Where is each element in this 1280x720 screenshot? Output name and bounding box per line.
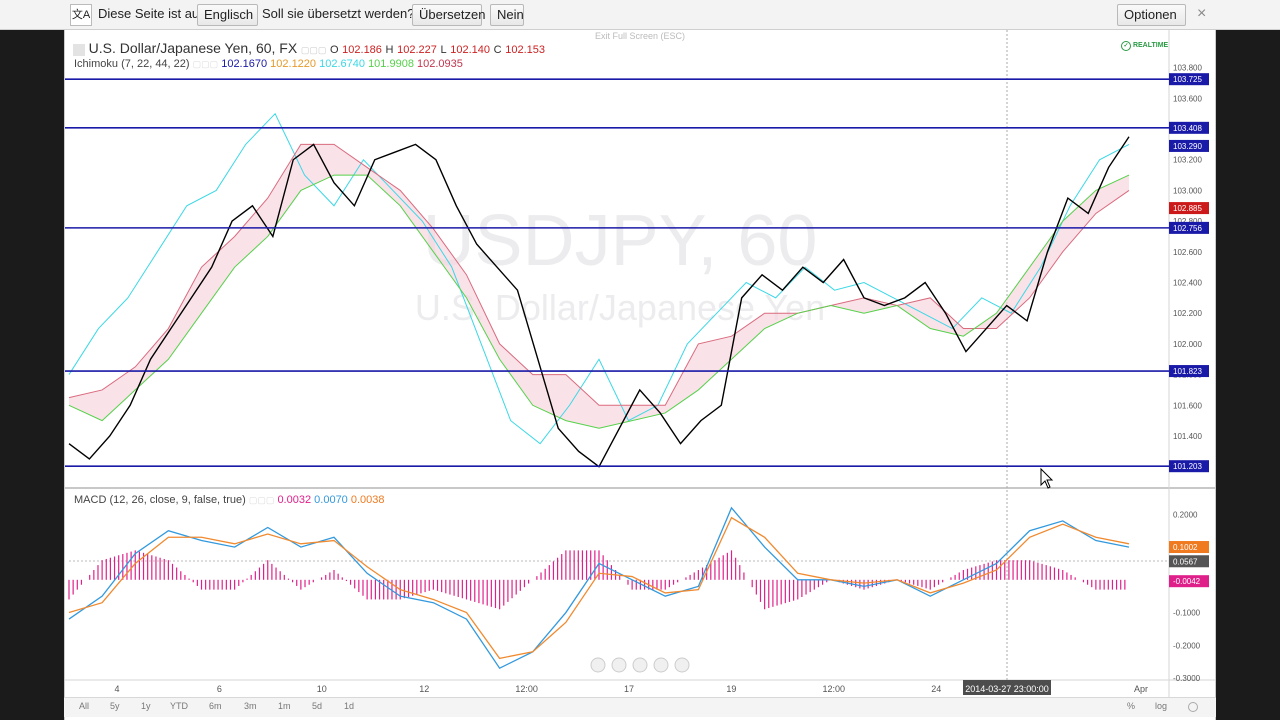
macd-label[interactable]: MACD (12, 26, close, 9, false, true) <box>74 494 246 506</box>
price-axis-tick: 103.800 <box>1173 64 1202 73</box>
time-axis-tick: 19 <box>726 684 736 694</box>
high-value: 102.227 <box>397 44 437 56</box>
macd-value: 0.0032 <box>277 494 312 506</box>
zoom-out-icon[interactable] <box>611 657 627 673</box>
language-select[interactable]: Englisch ▼ <box>197 4 258 41</box>
range-5d[interactable]: 5d <box>312 701 322 711</box>
price-axis-tick: 102.200 <box>1173 309 1202 318</box>
scroll-left-icon[interactable] <box>590 657 606 673</box>
close-icon[interactable]: × <box>1197 4 1206 26</box>
time-axis-tick: 12 <box>419 684 429 694</box>
translate-icon[interactable]: 文A <box>70 4 92 26</box>
main-chart-header: U.S. Dollar/Japanese Yen, 60, FX ▢▢▢ O 1… <box>73 40 545 56</box>
indicator-controls-icon[interactable]: ▢▢▢ <box>193 59 219 69</box>
macd-axis-tick: -0.1000 <box>1173 609 1201 618</box>
zoom-in-icon[interactable] <box>653 657 669 673</box>
right-dark-margin <box>1216 30 1280 720</box>
high-label: H <box>385 44 394 56</box>
chart-menu-icon[interactable] <box>73 43 85 56</box>
log-toggle[interactable]: log <box>1155 701 1167 711</box>
indicator-controls-icon[interactable]: ▢▢▢ <box>249 495 275 505</box>
chart-title: U.S. Dollar/Japanese Yen, 60, FX <box>88 40 298 56</box>
time-axis-tick: 24 <box>931 684 941 694</box>
time-axis-tick: 6 <box>217 684 222 694</box>
ichimoku-value: 102.1670 <box>221 58 268 70</box>
price-axis-tick: 103.200 <box>1173 156 1202 165</box>
chart-container[interactable]: USDJPY, 60 U.S. Dollar/Japanese Yen 103.… <box>64 30 1216 720</box>
macd-axis-tick: 0.2000 <box>1173 510 1198 519</box>
page-language-text: Diese Seite ist auf <box>98 6 203 21</box>
range-ytd[interactable]: YTD <box>170 701 188 711</box>
price-axis-tick: 101.400 <box>1173 432 1202 441</box>
time-axis-tick: Apr <box>1134 684 1148 694</box>
ichimoku-value: 102.6740 <box>319 58 365 70</box>
translate-question: Soll sie übersetzt werden? <box>262 6 415 21</box>
price-axis-tick: 103.600 <box>1173 94 1202 103</box>
range-1m[interactable]: 1m <box>278 701 291 711</box>
close-value: 102.153 <box>505 44 545 56</box>
price-label-value: 101.823 <box>1173 367 1202 376</box>
translate-button[interactable]: Übersetzen <box>412 4 485 26</box>
open-value: 102.186 <box>342 44 382 56</box>
scroll-right-icon[interactable] <box>674 657 690 673</box>
watermark-symbol: USDJPY, 60 <box>423 201 818 281</box>
open-label: O <box>329 44 339 56</box>
chart-canvas[interactable]: USDJPY, 60 U.S. Dollar/Japanese Yen 103.… <box>65 30 1215 720</box>
price-label-value: 101.203 <box>1173 462 1202 471</box>
price-axis-tick: 101.600 <box>1173 401 1202 410</box>
low-value: 102.140 <box>450 44 491 56</box>
reset-icon[interactable] <box>632 657 648 673</box>
left-dark-margin <box>0 30 64 720</box>
low-label: L <box>440 44 447 56</box>
ichimoku-value: 102.0935 <box>417 58 463 70</box>
price-axis-tick: 103.000 <box>1173 186 1202 195</box>
macd-value: 0.0038 <box>350 494 385 506</box>
range-6m[interactable]: 6m <box>209 701 222 711</box>
range-1d[interactable]: 1d <box>344 701 354 711</box>
percent-toggle[interactable]: % <box>1127 701 1135 711</box>
realtime-icon: ✓ <box>1121 41 1131 51</box>
price-label-value: 103.408 <box>1173 124 1202 133</box>
macd-axis-tick: -0.3000 <box>1173 674 1201 683</box>
price-label-value: 103.725 <box>1173 75 1202 84</box>
ichimoku-header: Ichimoku (7, 22, 44, 22) ▢▢▢ 102.1670 10… <box>74 58 463 70</box>
price-label-value: 102.885 <box>1173 204 1202 213</box>
no-button[interactable]: Nein <box>490 4 524 26</box>
price-axis-tick: 102.400 <box>1173 279 1202 288</box>
crosshair-time-label: 2014-03-27 23:00:00 <box>965 684 1049 694</box>
bottom-toolbar: All 5y 1y YTD 6m 3m 1m 5d 1d % log <box>64 697 1216 717</box>
macd-value: 0.0070 <box>314 494 348 506</box>
macd-label-value: 0.0567 <box>1173 557 1198 566</box>
range-5y[interactable]: 5y <box>110 701 120 711</box>
time-axis-tick: 12:00 <box>823 684 846 694</box>
macd-header: MACD (12, 26, close, 9, false, true) ▢▢▢… <box>74 494 385 506</box>
time-axis-tick: 17 <box>624 684 634 694</box>
exit-fullscreen-hint[interactable]: Exit Full Screen (ESC) <box>595 31 685 41</box>
language-select-value: Englisch <box>204 7 254 22</box>
range-3m[interactable]: 3m <box>244 701 257 711</box>
translate-bar: 文A Diese Seite ist auf Englisch ▼ Soll s… <box>0 0 1280 41</box>
auto-scale-icon[interactable] <box>1188 702 1198 712</box>
time-axis-tick: 12:00 <box>515 684 538 694</box>
chart-controls-icon[interactable]: ▢▢▢ <box>301 45 327 55</box>
range-1y[interactable]: 1y <box>141 701 151 711</box>
price-label-value: 103.290 <box>1173 142 1202 151</box>
options-label: Optionen <box>1124 7 1177 22</box>
price-axis-tick: 102.600 <box>1173 248 1202 257</box>
close-label: C <box>493 44 502 56</box>
ichimoku-value: 101.9908 <box>368 58 414 70</box>
ichimoku-value: 102.1220 <box>270 58 317 70</box>
range-all[interactable]: All <box>79 701 89 711</box>
macd-label-value: 0.1002 <box>1173 543 1198 552</box>
price-label-value: 102.756 <box>1173 224 1202 233</box>
price-axis-tick: 102.000 <box>1173 340 1202 349</box>
time-axis-tick: 10 <box>317 684 327 694</box>
realtime-label: REALTIME <box>1132 42 1169 49</box>
macd-label-value: -0.0042 <box>1173 577 1201 586</box>
realtime-badge: ✓ REALTIME <box>1121 41 1168 51</box>
ichimoku-label[interactable]: Ichimoku (7, 22, 44, 22) <box>74 58 190 70</box>
options-button[interactable]: Optionen ▼ <box>1117 4 1186 41</box>
macd-axis-tick: -0.2000 <box>1173 641 1201 650</box>
time-axis-tick: 4 <box>114 684 119 694</box>
